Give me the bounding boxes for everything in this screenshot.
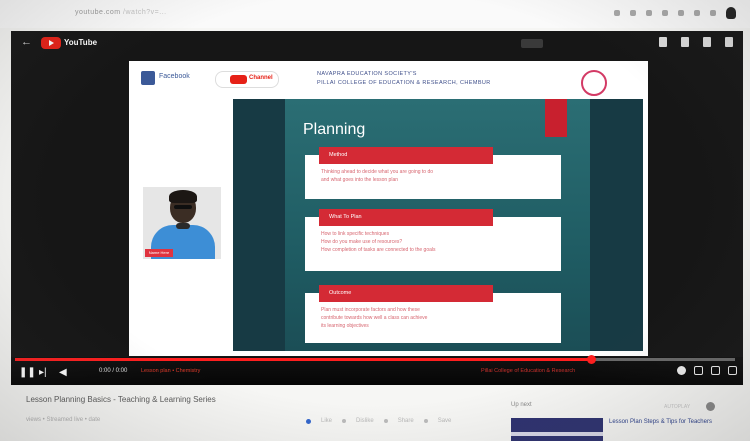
presenter-neck <box>176 223 190 229</box>
browser-toolbar: youtube.com /watch?v=... <box>0 0 750 28</box>
presenter-name-tag: Name Here <box>145 249 173 257</box>
dislike-icon[interactable] <box>342 419 347 423</box>
box-text-line: How to link specific techniques <box>321 231 390 237</box>
youtube-channel-label: Channel <box>249 75 273 81</box>
box-text-line: contribute towards how well a class can … <box>321 315 428 321</box>
time-display: 0:00 / 0:00 <box>99 368 128 374</box>
video-title: Lesson Planning Basics - Teaching & Lear… <box>26 395 216 404</box>
progress-played <box>15 358 591 361</box>
back-arrow-icon[interactable]: ← <box>21 36 32 48</box>
player-right-controls <box>677 366 737 375</box>
youtube-play-icon <box>230 75 247 84</box>
slide-title: Planning <box>303 121 366 138</box>
video-meta: views • Streamed live • date <box>26 417 101 423</box>
presenter-hair <box>169 190 197 203</box>
box-text-line: its learning objectives <box>321 323 369 329</box>
save-button[interactable]: Save <box>438 418 452 424</box>
extension-icon[interactable] <box>662 10 668 16</box>
box-label: Outcome <box>319 285 493 302</box>
extension-icon[interactable] <box>630 10 636 16</box>
thumbnail-caption-strip <box>511 432 603 436</box>
box-text-line: Thinking ahead to decide what you are go… <box>321 169 434 175</box>
like-button[interactable]: Like <box>321 418 332 424</box>
lecture-slide: Facebook Channel NAVAPRA EDUCATION SOCIE… <box>129 61 648 356</box>
chapter-title[interactable]: Lesson plan • Chemistry <box>141 368 200 374</box>
address-bar[interactable]: youtube.com /watch?v=... <box>75 9 167 16</box>
society-name: NAVAPRA EDUCATION SOCIETY'S <box>317 71 417 77</box>
youtube-channel-badge: Channel <box>215 71 279 88</box>
autoplay-label: AUTOPLAY <box>664 404 691 410</box>
fullscreen-icon[interactable] <box>728 366 737 375</box>
player-controls: ❚❚ ▸| ◀ 0:00 / 0:00 Lesson plan • Chemis… <box>11 355 743 385</box>
miniplayer-icon[interactable] <box>694 366 703 375</box>
save-icon[interactable] <box>423 419 428 423</box>
box-text-line: Plan must incorporate factors and how th… <box>321 307 420 313</box>
like-icon[interactable] <box>306 418 311 424</box>
profile-icon[interactable] <box>726 7 736 19</box>
box-label: What To Plan <box>319 209 493 226</box>
youtube-logo-icon[interactable] <box>41 37 61 49</box>
box-text-line: and what goes into the lesson plan <box>321 177 398 183</box>
extension-icon[interactable] <box>678 10 684 16</box>
next-video-icon[interactable]: ▸| <box>39 367 47 378</box>
player-header: ← YouTube <box>11 31 743 55</box>
college-name: PILLAI COLLEGE OF EDUCATION & RESEARCH, … <box>317 80 491 86</box>
box-label: Method <box>319 147 493 164</box>
notification-bell-icon[interactable] <box>703 37 711 47</box>
share-icon[interactable] <box>383 419 388 423</box>
header-actions <box>659 37 733 47</box>
youtube-wordmark[interactable]: YouTube <box>64 38 97 47</box>
extension-icon[interactable] <box>694 10 700 16</box>
menu-icon[interactable] <box>710 10 716 16</box>
slide-box-outcome: Outcome Plan must incorporate factors an… <box>305 285 561 343</box>
facebook-logo-icon <box>141 71 155 85</box>
theater-mode-icon[interactable] <box>711 366 720 375</box>
presenter-glasses <box>174 205 192 209</box>
slide-accent-bar <box>545 99 567 137</box>
recommended-video-title[interactable]: Lesson Plan Steps & Tips for Teachers <box>609 419 719 426</box>
url-path: /watch?v=... <box>123 9 167 16</box>
account-icon[interactable] <box>725 37 733 47</box>
extension-icon[interactable] <box>646 10 652 16</box>
share-button[interactable]: Share <box>398 418 414 424</box>
progress-bar[interactable] <box>15 355 735 364</box>
url-host: youtube.com <box>75 9 121 16</box>
slide-box-method: Method Thinking ahead to decide what you… <box>305 147 561 199</box>
slide-box-what-to-plan: What To Plan How to link specific techni… <box>305 209 561 271</box>
box-text-line: How completion of tasks are connected to… <box>321 247 436 253</box>
cast-icon[interactable] <box>521 39 543 48</box>
up-next-heading: Up next <box>511 402 532 408</box>
play-pause-icon[interactable]: ❚❚ <box>19 367 36 378</box>
scrubber-handle[interactable] <box>587 355 596 364</box>
extension-icon[interactable] <box>614 10 620 16</box>
presenter-webcam: Name Here <box>143 187 221 259</box>
record-indicator-icon <box>581 70 607 96</box>
browser-extensions <box>614 7 736 19</box>
recommended-thumbnail[interactable] <box>511 418 603 441</box>
box-text-line: How do you make use of resources? <box>321 239 403 245</box>
video-player[interactable]: ← YouTube Facebook Channel NAVAPRA EDUCA… <box>11 31 743 385</box>
autoplay-toggle[interactable] <box>706 402 715 411</box>
video-actions: Like Dislike Share Save <box>306 418 451 424</box>
video-camera-icon[interactable] <box>659 37 667 47</box>
apps-icon[interactable] <box>681 37 689 47</box>
slide-content: Planning Method Thinking ahead to decide… <box>233 99 643 351</box>
settings-gear-icon[interactable] <box>677 366 686 375</box>
video-overlay-text: Pillai College of Education & Research <box>481 368 576 374</box>
volume-icon[interactable]: ◀ <box>59 367 67 378</box>
facebook-label: Facebook <box>159 73 190 80</box>
dislike-button[interactable]: Dislike <box>356 418 374 424</box>
